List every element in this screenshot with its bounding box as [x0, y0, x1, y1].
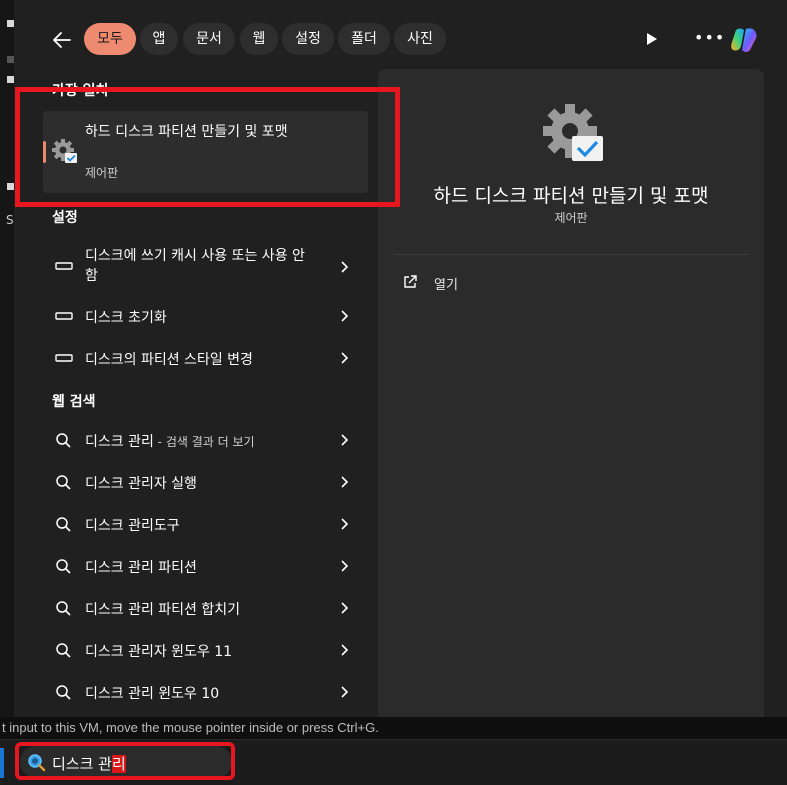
device-icon — [55, 262, 73, 270]
filter-chip-photos[interactable]: 사진 — [394, 23, 446, 55]
more-icon[interactable]: ••• — [694, 28, 724, 50]
detail-title: 하드 디스크 파티션 만들기 및 포맷 — [433, 185, 709, 207]
back-arrow-icon[interactable] — [50, 28, 74, 52]
search-input-text: 디스크 관 — [52, 755, 112, 773]
web-result[interactable]: 디스크 관리 윈도우 10 — [43, 672, 368, 712]
settings-item-label: 디스크 초기화 — [85, 310, 167, 326]
chevron-right-icon — [341, 310, 349, 322]
open-action-label: 열기 — [434, 278, 458, 293]
filter-chip-web[interactable]: 웹 — [240, 23, 278, 55]
web-result[interactable]: 디스크 관리 파티션 합치기 — [43, 588, 368, 628]
search-icon — [56, 685, 71, 700]
chevron-right-icon — [341, 518, 349, 530]
search-icon — [56, 475, 71, 490]
open-external-icon — [404, 275, 417, 288]
desktop-icon — [7, 20, 14, 27]
desktop-icon — [7, 56, 14, 63]
search-input[interactable]: 디스크 관리 — [52, 753, 126, 774]
web-result-label: 디스크 관리도구 — [85, 518, 180, 534]
search-input-selected-text: 리 — [111, 755, 126, 773]
settings-item-label: 디스크에 쓰기 캐시 사용 또는 사용 안 함 — [85, 248, 305, 284]
desktop-background-strip: SI — [0, 0, 17, 740]
search-icon — [28, 754, 46, 772]
filter-chip-documents[interactable]: 문서 — [183, 23, 235, 55]
web-result[interactable]: 디스크 관리도구 — [43, 504, 368, 544]
play-icon[interactable] — [644, 30, 660, 48]
result-detail-pane: 하드 디스크 파티션 만들기 및 포맷 제어판 열기 — [378, 69, 764, 724]
search-icon — [56, 433, 71, 448]
chevron-right-icon — [341, 476, 349, 488]
settings-item-partition-style[interactable]: 디스크의 파티션 스타일 변경 — [43, 338, 368, 378]
filter-chip-folders[interactable]: 폴더 — [338, 23, 390, 55]
chevron-right-icon — [341, 434, 349, 446]
web-result-label: 디스크 관리자 윈도우 11 — [85, 644, 233, 660]
best-match-title: 하드 디스크 파티션 만들기 및 포맷 — [85, 124, 288, 140]
filter-chip-settings[interactable]: 설정 — [282, 23, 334, 55]
device-icon — [55, 354, 73, 362]
chevron-right-icon — [341, 644, 349, 656]
desktop-icon — [7, 183, 14, 190]
web-result-suffix: - 검색 결과 더 보기 — [153, 435, 255, 449]
divider — [394, 254, 748, 255]
control-panel-gear-icon — [52, 139, 77, 163]
device-icon — [55, 312, 73, 320]
filter-chip-apps[interactable]: 앱 — [140, 23, 178, 55]
settings-heading: 설정 — [52, 210, 78, 226]
web-search-heading: 웹 검색 — [52, 394, 96, 410]
web-result-query: 디스크 관리 — [85, 434, 154, 450]
web-result-label: 디스크 관리자 실행 — [85, 476, 197, 492]
search-panel: 모두 앱 문서 웹 설정 폴더 사진 ••• 가장 일치 하드 디스크 파티션 … — [14, 0, 787, 738]
web-result[interactable]: 디스크 관리자 윈도우 11 — [43, 630, 368, 670]
chevron-right-icon — [341, 602, 349, 614]
web-result-label: 디스크 관리 윈도우 10 — [85, 686, 220, 702]
best-match-result[interactable]: 하드 디스크 파티션 만들기 및 포맷 제어판 — [43, 111, 368, 193]
settings-item-write-cache[interactable]: 디스크에 쓰기 캐시 사용 또는 사용 안 함 — [43, 246, 368, 288]
search-top-bar: 모두 앱 문서 웹 설정 폴더 사진 ••• — [14, 0, 787, 78]
vm-hint-text: t input to this VM, move the mouse point… — [0, 717, 787, 739]
search-icon — [56, 517, 71, 532]
chevron-right-icon — [341, 686, 349, 698]
web-result-label: 디스크 관리 파티션 합치기 — [85, 602, 241, 618]
settings-item-initialize-disk[interactable]: 디스크 초기화 — [43, 296, 368, 336]
chevron-right-icon — [341, 261, 349, 273]
selection-indicator — [43, 141, 46, 163]
taskbar: 디스크 관리 — [0, 739, 787, 785]
open-action[interactable]: 열기 — [402, 272, 602, 296]
best-match-subtitle: 제어판 — [85, 166, 119, 180]
start-button-edge[interactable] — [0, 748, 4, 778]
desktop-icon — [7, 76, 14, 83]
control-panel-gear-icon — [543, 104, 603, 161]
web-result-label: 디스크 관리 - 검색 결과 더 보기 — [85, 431, 255, 451]
chevron-right-icon — [341, 352, 349, 364]
search-icon — [56, 559, 71, 574]
web-result[interactable]: 디스크 관리자 실행 — [43, 462, 368, 502]
detail-subtitle: 제어판 — [554, 211, 588, 225]
search-icon — [56, 643, 71, 658]
search-icon — [56, 601, 71, 616]
filter-chip-all[interactable]: 모두 — [84, 23, 136, 55]
settings-item-label: 디스크의 파티션 스타일 변경 — [85, 352, 253, 368]
best-match-heading: 가장 일치 — [52, 83, 109, 99]
web-result-see-more[interactable]: 디스크 관리 - 검색 결과 더 보기 — [43, 420, 368, 460]
taskbar-search-box[interactable]: 디스크 관리 — [20, 746, 232, 778]
web-result[interactable]: 디스크 관리 파티션 — [43, 546, 368, 586]
chevron-right-icon — [341, 560, 349, 572]
copilot-icon[interactable] — [728, 24, 760, 56]
web-result-label: 디스크 관리 파티션 — [85, 560, 197, 576]
